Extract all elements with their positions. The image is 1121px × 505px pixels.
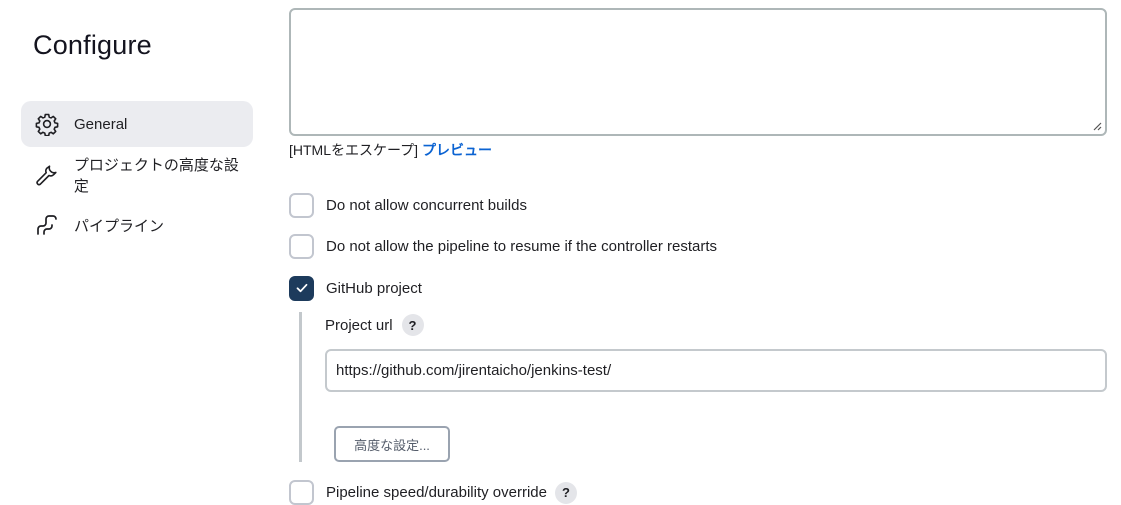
sidebar-item-advanced-project[interactable]: プロジェクトの高度な設定: [21, 152, 253, 198]
sidebar-item-label: General: [74, 115, 128, 133]
check-icon: [296, 283, 307, 293]
sidebar-item-pipeline[interactable]: パイプライン: [21, 202, 253, 248]
option-label: Pipeline speed/durability override: [326, 484, 547, 501]
help-icon[interactable]: ?: [554, 481, 577, 504]
sidebar-item-label: プロジェクトの高度な設定: [73, 157, 239, 195]
github-project-checkbox[interactable]: [289, 275, 314, 301]
page-title: Configure: [33, 30, 152, 60]
pipeline-icon: [34, 212, 60, 238]
pipeline-resume-checkbox[interactable]: [289, 233, 314, 259]
option-concurrent-builds[interactable]: Do not allow concurrent builds: [289, 192, 527, 218]
sidebar-item-label: パイプライン: [74, 217, 165, 235]
sidebar-item-general[interactable]: General: [21, 101, 253, 147]
option-label: GitHub project: [326, 279, 422, 297]
resize-grip-icon[interactable]: [1092, 121, 1102, 131]
escape-html-text: [HTMLをエスケープ]: [289, 142, 419, 158]
option-durability-override[interactable]: Pipeline speed/durability override ?: [289, 480, 577, 505]
concurrent-builds-checkbox[interactable]: [289, 192, 314, 218]
escape-line: [HTMLをエスケープ] プレビュー: [289, 140, 492, 160]
project-url-input[interactable]: [325, 349, 1107, 392]
project-url-label-row: Project url ?: [325, 314, 424, 336]
gear-icon: [34, 111, 60, 137]
option-github-project[interactable]: GitHub project: [289, 275, 422, 301]
option-label: Do not allow concurrent builds: [326, 196, 527, 214]
project-url-label: Project url: [325, 316, 393, 334]
description-textarea[interactable]: [289, 8, 1107, 136]
advanced-settings-button[interactable]: 高度な設定...: [334, 426, 450, 462]
main-content: [HTMLをエスケープ] プレビュー Do not allow concurre…: [289, 0, 1121, 505]
option-label: Do not allow the pipeline to resume if t…: [326, 237, 718, 255]
option-pipeline-resume[interactable]: Do not allow the pipeline to resume if t…: [289, 233, 718, 259]
preview-link[interactable]: プレビュー: [422, 142, 492, 158]
sidebar: Configure General プロジェクトの高度な設定 パイプライン: [0, 0, 270, 491]
nested-section-divider: [299, 312, 302, 462]
wrench-icon: [34, 162, 60, 188]
help-icon[interactable]: ?: [401, 314, 424, 336]
durability-override-checkbox[interactable]: [289, 480, 314, 505]
